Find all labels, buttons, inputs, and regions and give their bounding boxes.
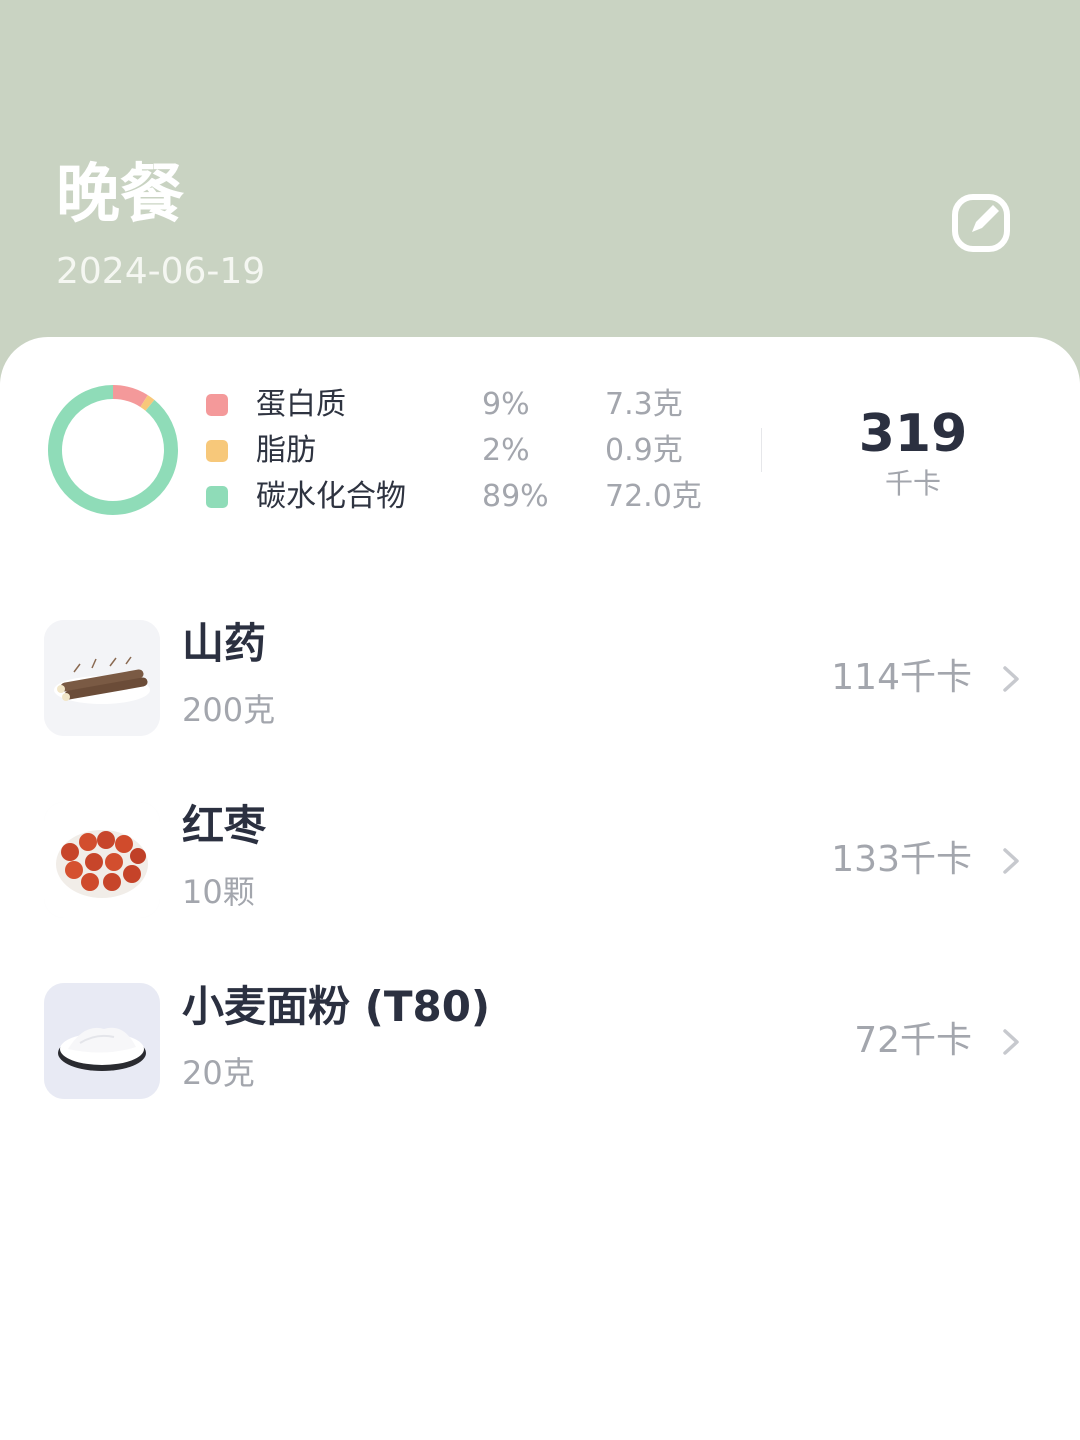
total-calories: 319 <box>858 404 968 464</box>
macro-grams: 7.3克 <box>605 387 683 422</box>
chevron-right-icon <box>998 662 1024 696</box>
macro-name: 蛋白质 <box>256 387 346 422</box>
macro-row-protein: 蛋白质 9% 7.3克 <box>0 382 760 428</box>
wheat-flour-thumbnail <box>44 983 160 1099</box>
chevron-right-icon <box>998 844 1024 878</box>
food-item-wheat-flour[interactable]: 小麦面粉 (T80) 20克 72千卡 <box>0 982 1080 1113</box>
food-item-red-dates[interactable]: 红枣 10颗 133千卡 <box>0 801 1080 932</box>
macro-percent: 2% <box>482 433 530 468</box>
food-amount: 10颗 <box>182 873 255 911</box>
food-calories: 114千卡 <box>831 657 972 698</box>
yam-thumbnail <box>44 620 160 736</box>
food-name: 山药 <box>182 619 267 668</box>
macro-name: 碳水化合物 <box>256 479 406 514</box>
protein-color-dot <box>206 394 228 416</box>
macro-name: 脂肪 <box>256 433 316 468</box>
carbs-color-dot <box>206 486 228 508</box>
food-name: 红枣 <box>182 801 267 850</box>
macro-row-carbs: 碳水化合物 89% 72.0克 <box>0 474 760 520</box>
macro-grams: 72.0克 <box>605 479 702 514</box>
calories-unit: 千卡 <box>884 467 941 500</box>
summary-divider <box>761 428 762 472</box>
edit-button[interactable] <box>950 192 1012 254</box>
meal-header: 晚餐 2024-06-19 <box>0 0 1080 380</box>
meal-title: 晚餐 <box>56 158 184 232</box>
macro-percent: 89% <box>482 479 549 514</box>
chevron-right-icon <box>998 1025 1024 1059</box>
macro-grams: 0.9克 <box>605 433 683 468</box>
food-name: 小麦面粉 (T80) <box>182 982 491 1031</box>
food-calories: 133千卡 <box>831 839 972 880</box>
red-dates-thumbnail <box>44 802 160 918</box>
edit-icon <box>952 194 1010 252</box>
food-amount: 200克 <box>182 691 276 729</box>
food-calories: 72千卡 <box>854 1020 972 1061</box>
macro-percent: 9% <box>482 387 530 422</box>
meal-date: 2024-06-19 <box>56 251 266 292</box>
food-item-yam[interactable]: 山药 200克 114千卡 <box>0 619 1080 750</box>
fat-color-dot <box>206 440 228 462</box>
food-amount: 20克 <box>182 1054 255 1092</box>
macro-row-fat: 脂肪 2% 0.9克 <box>0 428 760 474</box>
